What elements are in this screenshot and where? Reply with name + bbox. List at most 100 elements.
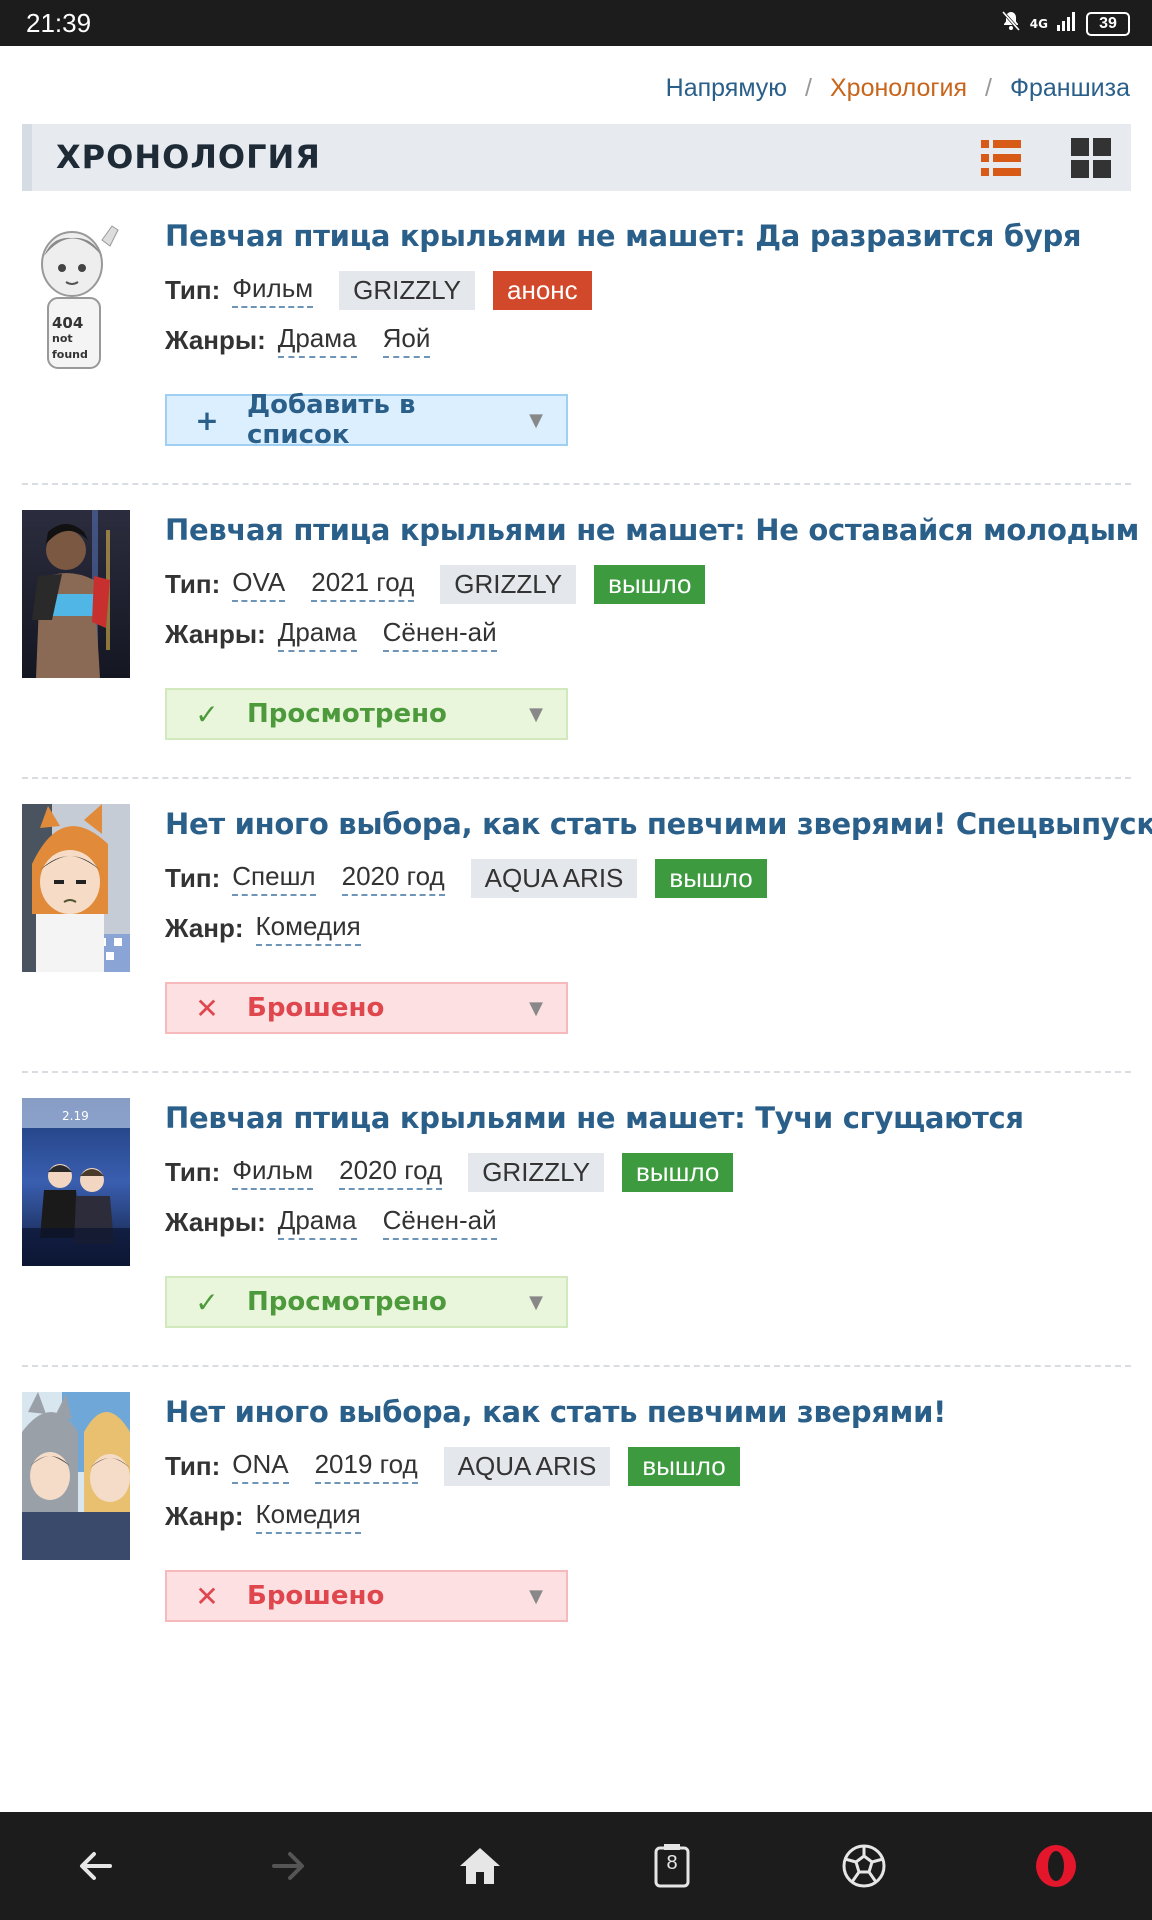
genres-row: Жанры: Драма Сёнен-ай xyxy=(165,612,1131,656)
poster-image[interactable]: 2.19 xyxy=(22,1098,130,1266)
status-badge: вышло xyxy=(622,1152,734,1192)
poster-image[interactable] xyxy=(22,804,130,972)
entry-title[interactable]: Певчая птица крыльями не машет: Не остав… xyxy=(165,510,1139,550)
type-value[interactable]: Спешл xyxy=(232,861,316,896)
genre-link[interactable]: Сёнен-ай xyxy=(382,617,497,652)
type-label: Тип: xyxy=(165,1156,221,1187)
poster-image[interactable]: 404 not found xyxy=(22,216,130,384)
browser-nav-bar: 8 xyxy=(0,1812,1152,1920)
close-icon: ✕ xyxy=(195,991,219,1025)
status-icons: 4G 39 xyxy=(1000,10,1130,38)
home-icon[interactable] xyxy=(440,1826,520,1906)
type-row: Тип: Спешл 2020 год AQUA ARIS вышло xyxy=(165,856,1131,900)
type-row: Тип: OVA 2021 год GRIZZLY вышло xyxy=(165,562,1131,606)
genre-link[interactable]: Яой xyxy=(382,323,431,358)
dropped-status-button[interactable]: ✕ Брошено ▼ xyxy=(165,1570,568,1622)
divider xyxy=(22,1365,1131,1367)
year-value[interactable]: 2020 год xyxy=(341,861,445,896)
year-value[interactable]: 2019 год xyxy=(314,1449,418,1484)
list-button-label: Добавить в список xyxy=(247,390,416,450)
network-label: 4G xyxy=(1029,17,1048,31)
type-value[interactable]: Фильм xyxy=(232,1155,314,1190)
tab-chronology[interactable]: Хронология xyxy=(830,74,967,103)
status-bar: 21:39 4G 39 xyxy=(0,0,1152,46)
genre-link[interactable]: Драма xyxy=(277,617,357,652)
type-value[interactable]: Фильм xyxy=(232,273,314,308)
status-badge: вышло xyxy=(655,858,767,898)
chevron-down-icon: ▼ xyxy=(529,703,543,725)
studio-tag[interactable]: GRIZZLY xyxy=(440,564,577,604)
entry-title[interactable]: Нет иного выбора, как стать певчими звер… xyxy=(165,804,1152,844)
type-row: Тип: ONA 2019 год AQUA ARIS вышло xyxy=(165,1444,1131,1488)
status-badge: вышло xyxy=(594,564,706,604)
soccer-ball-icon[interactable] xyxy=(824,1826,904,1906)
year-value[interactable]: 2021 год xyxy=(311,567,415,602)
type-label: Тип: xyxy=(165,862,221,893)
list-item: Нет иного выбора, как стать певчими звер… xyxy=(22,1392,1131,1687)
battery-level: 39 xyxy=(1099,15,1117,32)
divider xyxy=(22,483,1131,485)
grid-view-icon[interactable] xyxy=(1071,138,1111,178)
dropped-status-button[interactable]: ✕ Брошено ▼ xyxy=(165,982,568,1034)
studio-tag[interactable]: GRIZZLY xyxy=(468,1152,605,1192)
status-badge: вышло xyxy=(628,1446,740,1486)
list-item: Нет иного выбора, как стать певчими звер… xyxy=(22,804,1152,1099)
entry-info: Нет иного выбора, как стать певчими звер… xyxy=(165,1392,1131,1538)
signal-icon xyxy=(1056,10,1078,38)
entry-info: Певчая птица крыльями не машет: Да разра… xyxy=(165,216,1131,362)
list-button-label: Брошено xyxy=(247,1581,385,1611)
poster-image[interactable] xyxy=(22,510,130,678)
tab-franchise[interactable]: Франшиза xyxy=(1010,74,1130,103)
watched-status-button[interactable]: ✓ Просмотрено ▼ xyxy=(165,1276,568,1328)
watched-status-button[interactable]: ✓ Просмотрено ▼ xyxy=(165,688,568,740)
add-to-list-button[interactable]: + Добавить в список ▼ xyxy=(165,390,568,450)
list-item: 2.19 Певчая птица крыльями не машет: Туч… xyxy=(22,1098,1131,1393)
studio-tag[interactable]: AQUA ARIS xyxy=(443,1446,611,1486)
genres-label: Жанры: xyxy=(165,1206,266,1237)
opera-icon[interactable] xyxy=(1016,1826,1096,1906)
entry-title[interactable]: Нет иного выбора, как стать певчими звер… xyxy=(165,1392,1131,1432)
type-label: Тип: xyxy=(165,274,221,305)
forward-icon[interactable] xyxy=(248,1826,328,1906)
list-button-label: Просмотрено xyxy=(247,1287,447,1317)
genres-row: Жанр: Комедия xyxy=(165,906,1131,950)
type-label: Тип: xyxy=(165,568,221,599)
section-title: ХРОНОЛОГИЯ xyxy=(56,138,321,176)
tabs-icon[interactable]: 8 xyxy=(632,1826,712,1906)
type-value[interactable]: ONA xyxy=(232,1449,289,1484)
genres-row: Жанры: Драма Яой xyxy=(165,318,1131,362)
list-item: Певчая птица крыльями не машет: Не остав… xyxy=(22,510,1139,805)
plus-icon: + xyxy=(195,403,219,437)
studio-tag[interactable]: AQUA ARIS xyxy=(470,858,638,898)
genres-label: Жанр: xyxy=(165,912,244,943)
studio-tag[interactable]: GRIZZLY xyxy=(339,270,475,310)
type-label: Тип: xyxy=(165,1450,221,1481)
poster-image[interactable] xyxy=(22,1392,130,1560)
type-value[interactable]: OVA xyxy=(232,567,286,602)
genre-link[interactable]: Сёнен-ай xyxy=(382,1205,497,1240)
genre-link[interactable]: Драма xyxy=(277,1205,357,1240)
entry-title[interactable]: Певчая птица крыльями не машет: Тучи сгу… xyxy=(165,1098,1131,1138)
svg-text:2.19: 2.19 xyxy=(62,1109,89,1123)
close-icon: ✕ xyxy=(195,1579,219,1613)
entry-info: Певчая птица крыльями не машет: Тучи сгу… xyxy=(165,1098,1131,1244)
tab-separator: / xyxy=(985,74,992,102)
genre-link[interactable]: Драма xyxy=(277,323,357,358)
divider xyxy=(22,1071,1131,1073)
check-icon: ✓ xyxy=(195,1285,219,1319)
genre-link[interactable]: Комедия xyxy=(255,911,361,946)
status-badge: анонс xyxy=(493,270,592,310)
back-icon[interactable] xyxy=(56,1826,136,1906)
chevron-down-icon: ▼ xyxy=(529,1585,543,1607)
tab-direct[interactable]: Напрямую xyxy=(666,74,787,103)
mute-icon xyxy=(1000,10,1022,38)
genres-label: Жанр: xyxy=(165,1500,244,1531)
entry-title[interactable]: Певчая птица крыльями не машет: Да разра… xyxy=(165,216,1131,256)
list-view-icon[interactable] xyxy=(981,138,1021,178)
poster-404-text: 404 not found xyxy=(52,314,88,362)
year-value[interactable]: 2020 год xyxy=(339,1155,443,1190)
check-icon: ✓ xyxy=(195,697,219,731)
genre-link[interactable]: Комедия xyxy=(255,1499,361,1534)
tab-count: 8 xyxy=(666,1852,678,1874)
list-button-label: Просмотрено xyxy=(247,699,447,729)
